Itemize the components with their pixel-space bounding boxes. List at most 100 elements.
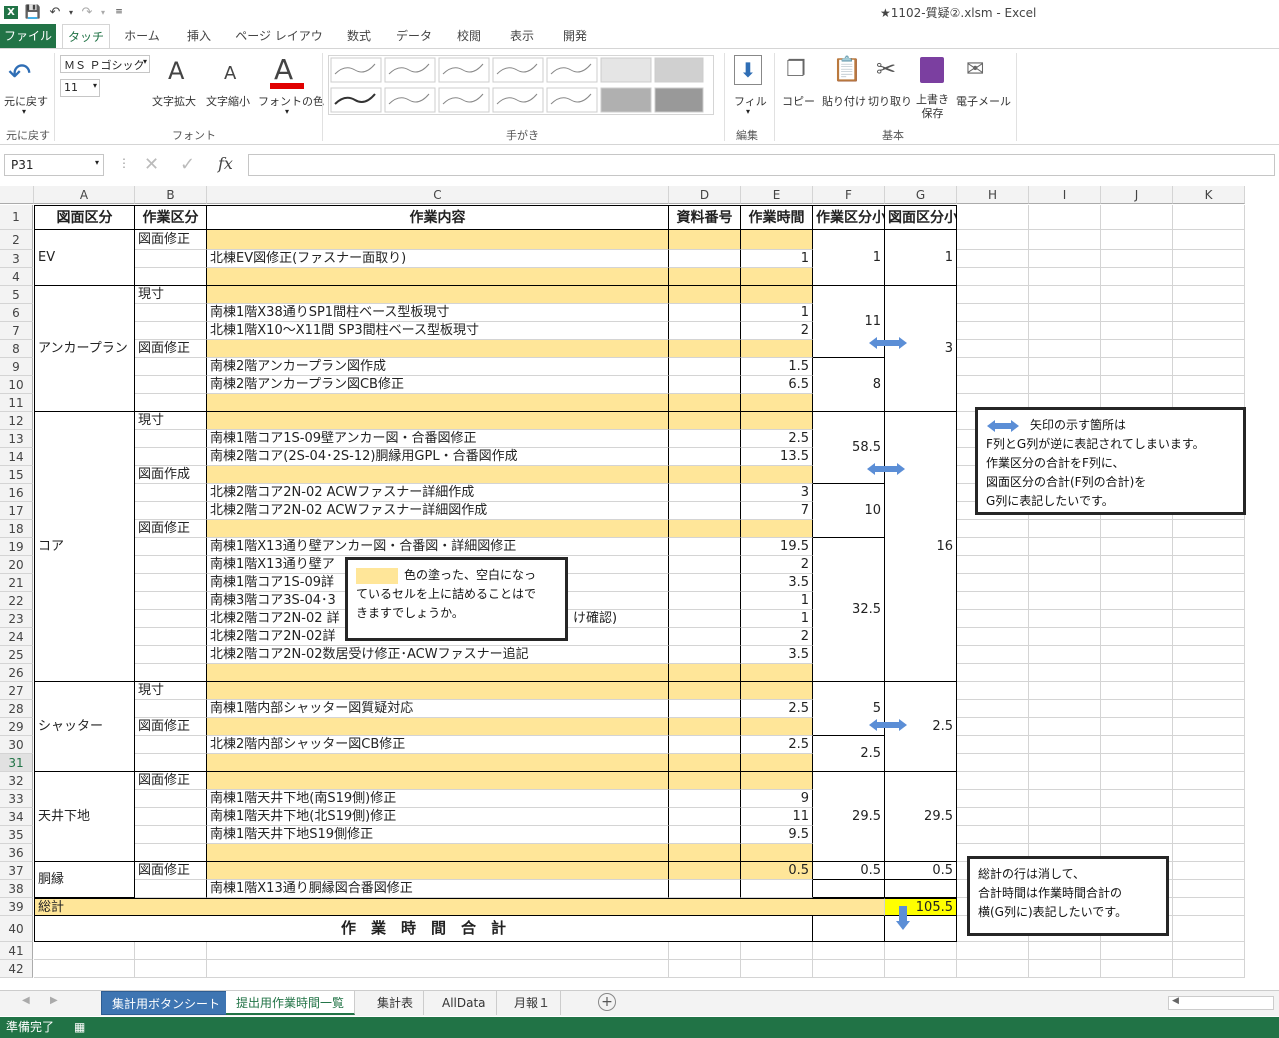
- row-header[interactable]: 11: [0, 394, 33, 412]
- empty-cell[interactable]: [1029, 205, 1101, 230]
- empty-cell[interactable]: [207, 942, 669, 960]
- doc-number-cell[interactable]: [669, 880, 741, 898]
- empty-cell[interactable]: [1173, 538, 1245, 556]
- work-subtotal-cell[interactable]: 10: [813, 484, 885, 538]
- column-header[interactable]: H: [957, 186, 1029, 204]
- doc-number-cell[interactable]: [669, 304, 741, 322]
- doc-number-cell[interactable]: [669, 736, 741, 754]
- sheet-tab-submission[interactable]: 提出用作業時間一覧: [226, 991, 356, 1015]
- empty-cell[interactable]: [1029, 736, 1101, 754]
- empty-cell[interactable]: [1101, 286, 1173, 304]
- work-hours-cell[interactable]: 3.5: [741, 646, 813, 664]
- work-hours-cell[interactable]: [741, 682, 813, 700]
- font-color-label[interactable]: フォントの色: [258, 93, 324, 109]
- scroll-left-icon[interactable]: ◀: [1172, 996, 1179, 1006]
- empty-cell[interactable]: [813, 942, 885, 960]
- work-category-cell[interactable]: 図面修正: [135, 772, 207, 790]
- empty-cell[interactable]: [1029, 286, 1101, 304]
- empty-cell[interactable]: [1173, 230, 1245, 250]
- row-header[interactable]: 19: [0, 538, 33, 556]
- undo-large-icon[interactable]: ↶: [8, 57, 31, 90]
- work-category-cell[interactable]: 図面修正: [135, 520, 207, 538]
- empty-cell[interactable]: [1029, 718, 1101, 736]
- empty-cell[interactable]: [1029, 268, 1101, 286]
- doc-number-cell[interactable]: [669, 646, 741, 664]
- empty-cell[interactable]: [1173, 700, 1245, 718]
- header-work-hours[interactable]: 作業時間: [741, 205, 813, 230]
- work-category-cell[interactable]: [135, 592, 207, 610]
- empty-cell[interactable]: [1029, 230, 1101, 250]
- row-header[interactable]: 5: [0, 286, 33, 304]
- row-header[interactable]: 17: [0, 502, 33, 520]
- work-hours-cell[interactable]: 13.5: [741, 448, 813, 466]
- work-subtotal-cell[interactable]: [813, 880, 885, 898]
- empty-cell[interactable]: [1101, 610, 1173, 628]
- doc-number-cell[interactable]: [669, 628, 741, 646]
- insert-function-icon[interactable]: fx: [218, 154, 233, 173]
- empty-cell[interactable]: [957, 790, 1029, 808]
- doc-number-cell[interactable]: [669, 718, 741, 736]
- font-color-menu-icon[interactable]: ▾: [285, 107, 289, 116]
- doc-number-cell[interactable]: [669, 358, 741, 376]
- empty-cell[interactable]: [1173, 250, 1245, 268]
- empty-cell[interactable]: [741, 960, 813, 978]
- redo-icon[interactable]: ↷: [76, 1, 98, 23]
- empty-cell[interactable]: [1101, 205, 1173, 230]
- row-header[interactable]: 37: [0, 862, 33, 880]
- row-header[interactable]: 6: [0, 304, 33, 322]
- row-header[interactable]: 41: [0, 942, 33, 960]
- horizontal-scrollbar[interactable]: [1168, 996, 1274, 1010]
- row-header[interactable]: 2: [0, 230, 33, 250]
- empty-cell[interactable]: [1173, 322, 1245, 340]
- work-category-cell[interactable]: [135, 304, 207, 322]
- work-hours-cell[interactable]: 7: [741, 502, 813, 520]
- column-header[interactable]: K: [1173, 186, 1245, 204]
- empty-cell[interactable]: [957, 700, 1029, 718]
- doc-number-cell[interactable]: [669, 448, 741, 466]
- fill-down-icon[interactable]: ⬇: [734, 55, 762, 85]
- tab-review[interactable]: 校閲: [446, 24, 492, 48]
- tab-data[interactable]: データ: [390, 24, 438, 48]
- empty-cell[interactable]: [1101, 538, 1173, 556]
- empty-cell[interactable]: [1029, 664, 1101, 682]
- empty-cell[interactable]: [957, 808, 1029, 826]
- row-header[interactable]: 29: [0, 718, 33, 736]
- work-category-cell[interactable]: [135, 646, 207, 664]
- row-header[interactable]: 23: [0, 610, 33, 628]
- empty-cell[interactable]: [1029, 322, 1101, 340]
- empty-cell[interactable]: [1029, 340, 1101, 358]
- doc-number-cell[interactable]: [669, 664, 741, 682]
- save-overwrite-label[interactable]: 上書き 保存: [916, 93, 949, 121]
- empty-cell[interactable]: [957, 942, 1029, 960]
- empty-cell[interactable]: [1101, 250, 1173, 268]
- save-icon[interactable]: 💾: [22, 1, 44, 23]
- empty-cell[interactable]: [957, 826, 1029, 844]
- empty-cell[interactable]: [1029, 556, 1101, 574]
- empty-cell[interactable]: [1173, 556, 1245, 574]
- work-hours-cell[interactable]: [741, 520, 813, 538]
- tab-file[interactable]: ファイル: [0, 24, 56, 48]
- doc-number-cell[interactable]: [669, 394, 741, 412]
- column-header[interactable]: C: [207, 186, 669, 204]
- doc-number-cell[interactable]: [669, 520, 741, 538]
- sheet-tab-summary[interactable]: 集計表: [367, 991, 425, 1015]
- work-content-cell[interactable]: 北棟2階コア2N-02 ACWファスナー詳細図作成: [207, 502, 669, 520]
- empty-cell[interactable]: [1173, 304, 1245, 322]
- empty-cell[interactable]: [1029, 960, 1101, 978]
- doc-number-cell[interactable]: [669, 268, 741, 286]
- empty-cell[interactable]: [1029, 808, 1101, 826]
- empty-cell[interactable]: [34, 960, 135, 978]
- work-content-cell[interactable]: 南棟1階天井下地(北S19側)修正: [207, 808, 669, 826]
- drawing-subtotal-cell[interactable]: [885, 880, 957, 898]
- work-subtotal-cell[interactable]: 29.5: [813, 772, 885, 862]
- row-header[interactable]: 27: [0, 682, 33, 700]
- empty-cell[interactable]: [1173, 808, 1245, 826]
- work-hours-cell[interactable]: [741, 772, 813, 790]
- empty-cell[interactable]: [1173, 844, 1245, 862]
- work-content-cell[interactable]: 南棟1階天井下地S19側修正: [207, 826, 669, 844]
- drawing-category-shutter[interactable]: シャッター: [34, 682, 135, 772]
- work-content-cell[interactable]: 北棟2階内部シャッター図CB修正: [207, 736, 669, 754]
- empty-cell[interactable]: [1101, 808, 1173, 826]
- work-hours-cell[interactable]: [741, 664, 813, 682]
- work-hours-cell[interactable]: 0.5: [741, 862, 813, 880]
